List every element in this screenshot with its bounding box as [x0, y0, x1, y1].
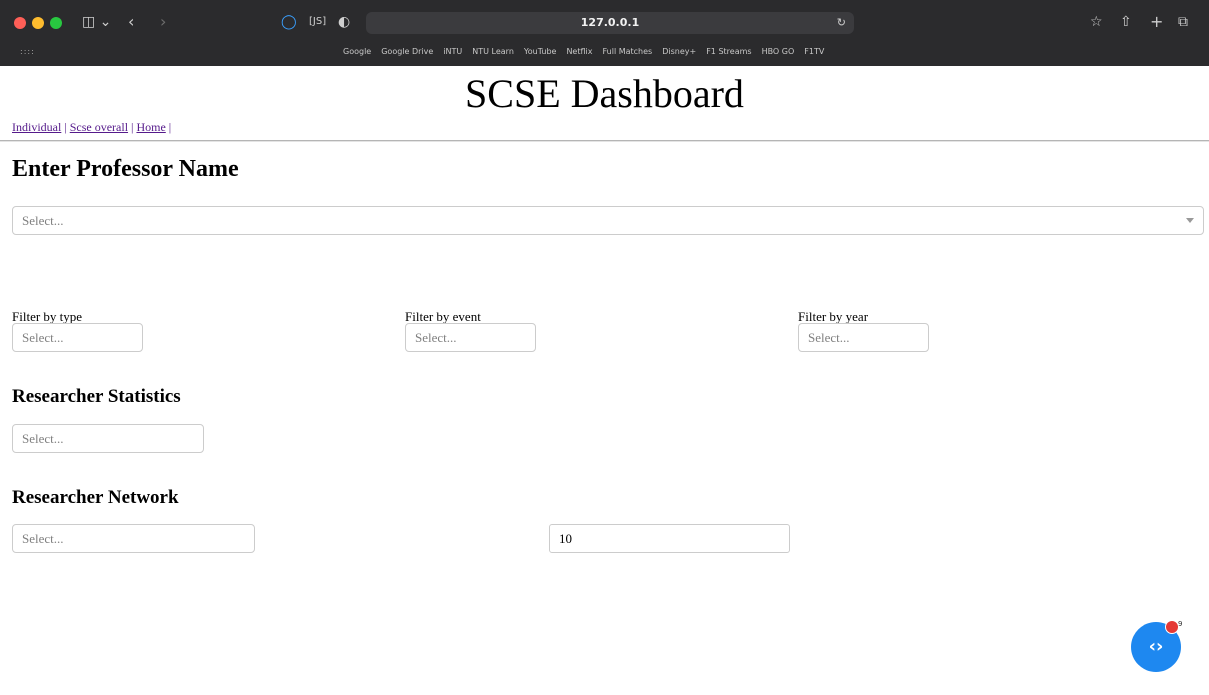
error-count: 9 — [1178, 620, 1183, 628]
network-heading: Researcher Network — [12, 487, 179, 508]
filter-year-placeholder: Select... — [808, 330, 850, 345]
bookmark-item[interactable]: Full Matches — [602, 47, 652, 56]
filter-type-placeholder: Select... — [22, 330, 64, 345]
statistics-heading: Researcher Statistics — [12, 386, 181, 407]
chevron-down-icon[interactable] — [1186, 218, 1194, 223]
filter-event-placeholder: Select... — [415, 330, 457, 345]
sidebar-toggle-icon[interactable]: ◫ ⌄ — [82, 11, 111, 33]
browser-chrome: ◫ ⌄ ‹ › ◯ [JS] ◐ 127.0.0.1 ↻ ☆ ⇧ + ⧉ :::… — [0, 0, 1209, 66]
url-text: 127.0.0.1 — [580, 16, 640, 29]
page-title: SCSE Dashboard — [465, 71, 744, 116]
filter-event-select[interactable]: Select... — [405, 323, 536, 352]
bookmark-item[interactable]: iNTU — [443, 47, 462, 56]
bookmark-item[interactable]: Disney+ — [662, 47, 696, 56]
bookmark-item[interactable]: F1TV — [804, 47, 824, 56]
code-brackets-icon: ‹› — [1148, 636, 1164, 657]
forward-icon[interactable]: › — [160, 11, 166, 33]
extension-circle-icon[interactable]: ◯ — [281, 11, 297, 33]
nav-separator: | — [165, 120, 172, 134]
professor-select-placeholder: Select... — [22, 213, 64, 228]
professor-select[interactable]: Select... — [12, 206, 1204, 235]
filter-type-select[interactable]: Select... — [12, 323, 143, 352]
maximize-window-button[interactable] — [50, 17, 62, 29]
bookmark-item[interactable]: F1 Streams — [706, 47, 751, 56]
nav-link-scse-overall[interactable]: Scse overall — [70, 120, 128, 134]
error-badge — [1165, 620, 1179, 634]
back-icon[interactable]: ‹ — [128, 11, 134, 33]
divider — [0, 140, 1209, 142]
bookmarks-bar: Google Google Drive iNTU NTU Learn YouTu… — [343, 47, 824, 56]
network-select[interactable]: Select... — [12, 524, 255, 553]
address-bar[interactable]: 127.0.0.1 ↻ — [366, 12, 854, 34]
minimize-window-button[interactable] — [32, 17, 44, 29]
network-select-placeholder: Select... — [22, 531, 64, 546]
statistics-select-placeholder: Select... — [22, 431, 64, 446]
bookmark-item[interactable]: HBO GO — [762, 47, 795, 56]
professor-heading: Enter Professor Name — [12, 156, 239, 182]
share-icon[interactable]: ⇧ — [1120, 11, 1132, 33]
apps-grid-icon[interactable]: :::: — [20, 47, 35, 56]
nav-link-individual[interactable]: Individual — [12, 120, 61, 134]
extension-js-icon[interactable]: [JS] — [309, 11, 326, 33]
nav-link-home[interactable]: Home — [136, 120, 165, 134]
reload-icon[interactable]: ↻ — [837, 12, 846, 34]
statistics-select[interactable]: Select... — [12, 424, 204, 453]
tab-overview-icon[interactable]: ⧉ — [1178, 11, 1188, 33]
filter-year-select[interactable]: Select... — [798, 323, 929, 352]
bookmark-star-icon[interactable]: ☆ — [1090, 11, 1103, 33]
bookmark-item[interactable]: YouTube — [524, 47, 557, 56]
bookmark-item[interactable]: Google Drive — [381, 47, 433, 56]
privacy-shield-icon[interactable]: ◐ — [338, 11, 350, 33]
network-count-input[interactable] — [549, 524, 790, 553]
nav-separator: | — [61, 120, 70, 134]
bookmark-item[interactable]: Netflix — [566, 47, 592, 56]
top-nav: Individual | Scse overall | Home | — [12, 120, 171, 135]
close-window-button[interactable] — [14, 17, 26, 29]
bookmark-item[interactable]: NTU Learn — [472, 47, 514, 56]
new-tab-icon[interactable]: + — [1150, 11, 1163, 33]
bookmark-item[interactable]: Google — [343, 47, 371, 56]
